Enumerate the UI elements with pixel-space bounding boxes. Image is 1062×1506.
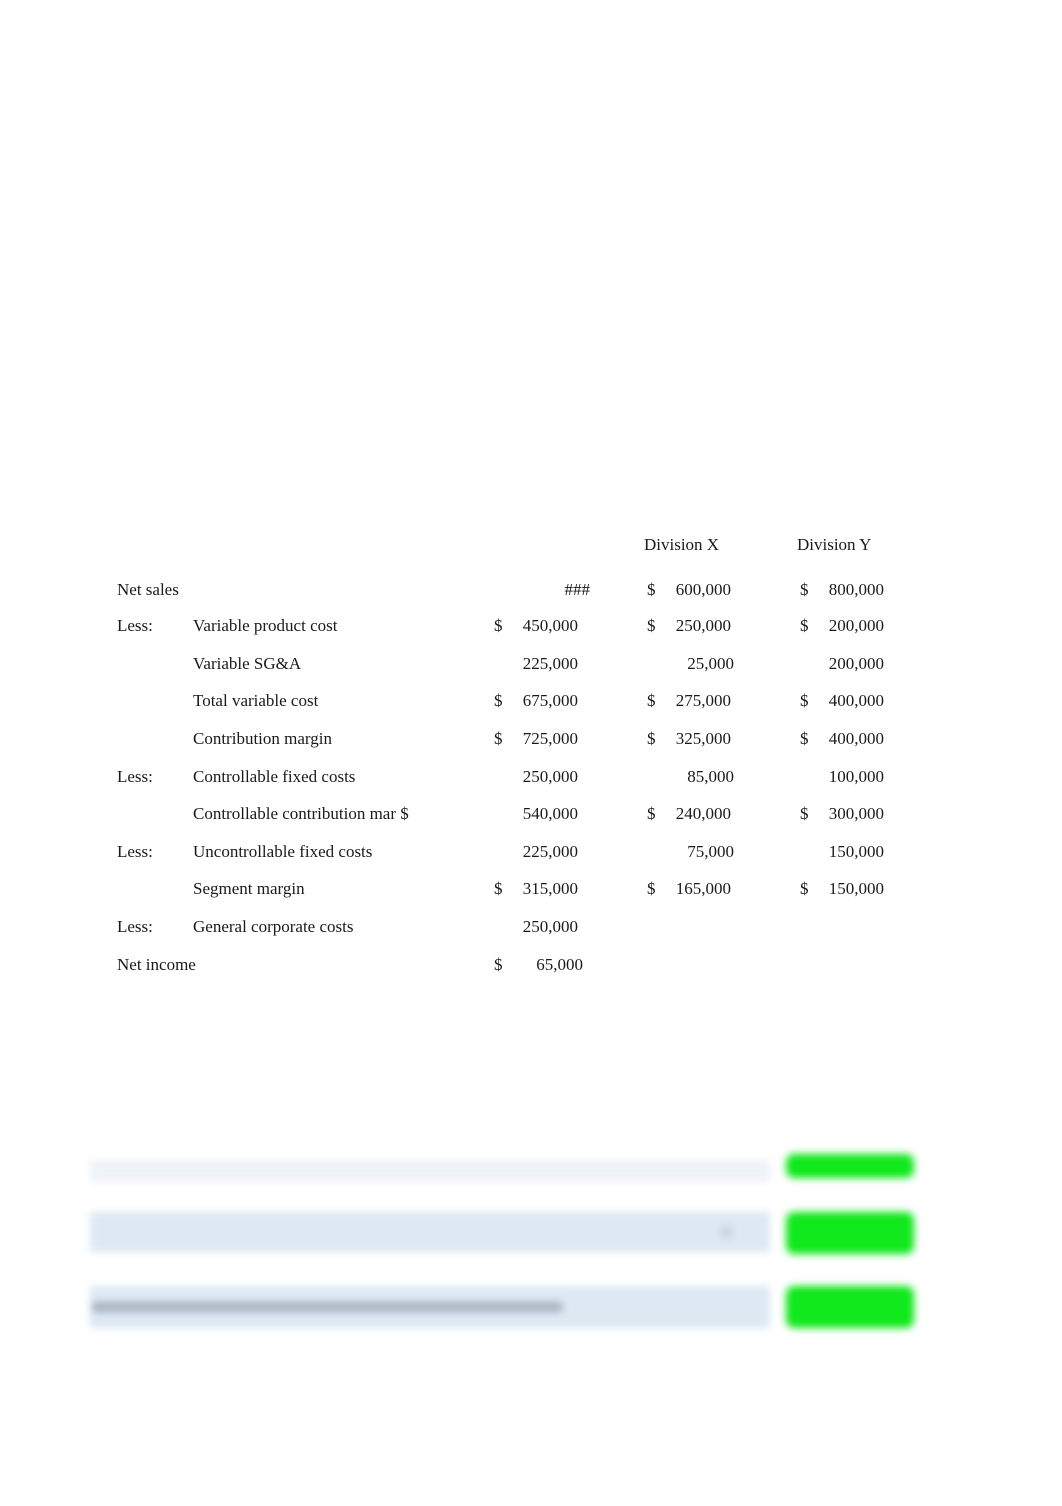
total-value: 450,000 [522, 616, 578, 635]
obscured-question-text [92, 1302, 562, 1312]
y-value: 400,000 [828, 691, 884, 710]
total-value: 675,000 [522, 691, 578, 710]
y-value: 150,000 [828, 842, 884, 861]
total-value: 65,000 [536, 955, 583, 974]
x-value: 75,000 [687, 842, 734, 861]
total-value: 315,000 [522, 879, 578, 898]
row-label: Uncontrollable fixed costs [193, 842, 373, 861]
row-prefix: Less: [117, 616, 153, 635]
row-prefix: Less: [117, 767, 153, 786]
row-label: Variable product cost [193, 616, 338, 635]
row-label: Net sales [117, 580, 179, 599]
row-prefix: Less: [117, 917, 153, 936]
row-label: Variable SG&A [193, 654, 302, 673]
row-label: Contribution margin [193, 729, 332, 748]
obscured-answer-button[interactable] [786, 1286, 914, 1328]
x-value: 275,000 [675, 691, 731, 710]
y-value: 200,000 [828, 616, 884, 635]
x-value: 25,000 [687, 654, 734, 673]
y-value: 150,000 [828, 879, 884, 898]
obscured-answer-button[interactable] [786, 1154, 914, 1178]
x-value: 600,000 [675, 580, 731, 599]
total-value: 540,000 [522, 804, 578, 823]
row-prefix: Less: [117, 842, 153, 861]
obscured-question-bar [90, 1160, 770, 1182]
total-value: 225,000 [522, 654, 578, 673]
y-value: 400,000 [828, 729, 884, 748]
x-value: 325,000 [675, 729, 731, 748]
header-division-y: Division Y [797, 535, 872, 554]
total-value: 225,000 [522, 842, 578, 861]
total-value: 725,000 [522, 729, 578, 748]
row-label: General corporate costs [193, 917, 354, 936]
x-value: 85,000 [687, 767, 734, 786]
x-value: 240,000 [675, 804, 731, 823]
x-value: 165,000 [675, 879, 731, 898]
row-label: Segment margin [193, 879, 305, 898]
y-value: 100,000 [828, 767, 884, 786]
total-value: 250,000 [522, 767, 578, 786]
y-value: 200,000 [828, 654, 884, 673]
row-label: Controllable fixed costs [193, 767, 356, 786]
row-label: Total variable cost [193, 691, 319, 710]
obscured-question-section [80, 1154, 950, 1350]
y-value: 800,000 [828, 580, 884, 599]
x-value: 250,000 [675, 616, 731, 635]
header-division-x: Division X [644, 535, 720, 554]
obscured-question-bar [90, 1212, 770, 1252]
total-value: 250,000 [522, 917, 578, 936]
row-label: Net income [117, 955, 196, 974]
obscured-info-icon [720, 1226, 732, 1238]
obscured-answer-button[interactable] [786, 1212, 914, 1254]
y-value: 300,000 [828, 804, 884, 823]
row-label: Controllable contribution mar $ [193, 804, 409, 823]
total-value: ### [564, 580, 591, 599]
